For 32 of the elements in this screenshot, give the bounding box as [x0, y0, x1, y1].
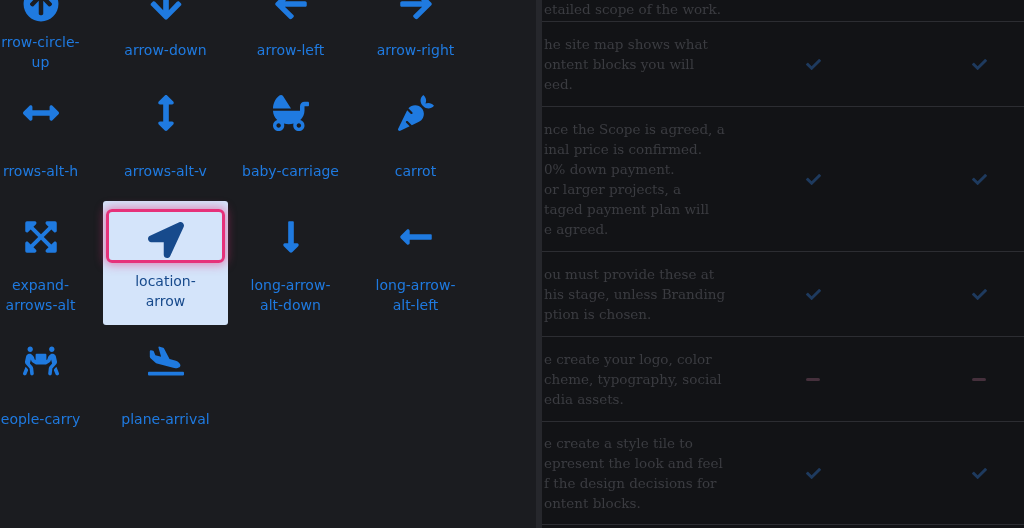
- icon-label: arrow-down: [124, 40, 207, 60]
- icon-label: carrot: [394, 162, 437, 181]
- icon-tile[interactable]: arrow-down: [103, 0, 228, 77]
- expand-arrows-icon: [22, 219, 59, 255]
- icon-tile[interactable]: location- arrow: [103, 201, 228, 325]
- icon-tile[interactable]: carrot: [353, 77, 478, 201]
- icon-tile[interactable]: baby-carriage: [228, 77, 353, 201]
- carrot-icon: [397, 95, 434, 131]
- location-arrow-icon: [147, 222, 184, 258]
- icon-tile[interactable]: arrows-alt-v: [103, 77, 228, 201]
- icon-tile[interactable]: rrow-circle- up: [0, 0, 103, 77]
- icon-label: rrow-circle- up: [1, 33, 80, 72]
- icon-label: eople-carry: [0, 410, 81, 429]
- icon-label: arrow-left: [256, 40, 325, 60]
- icon-label: long-arrow- alt-left: [375, 276, 456, 315]
- icon-label: location- arrow: [135, 272, 196, 311]
- icon-tile[interactable]: expand- arrows-alt: [0, 201, 103, 325]
- icon-tile[interactable]: long-arrow- alt-down: [228, 201, 353, 325]
- icon-tile[interactable]: eople-carry: [0, 325, 103, 449]
- icon-tile[interactable]: arrow-left: [228, 0, 353, 77]
- icon-label: arrow-right: [376, 40, 455, 60]
- icon-tile[interactable]: plane-arrival: [103, 325, 228, 449]
- icon-label: baby-carriage: [242, 162, 339, 181]
- icon-label: rrows-alt-h: [2, 162, 79, 181]
- icon-label: long-arrow- alt-down: [250, 276, 331, 315]
- icon-label: arrows-alt-v: [124, 162, 207, 181]
- baby-carriage-icon: [272, 95, 309, 131]
- icon-label: plane-arrival: [121, 410, 210, 429]
- icon-tile[interactable]: arrow-right: [353, 0, 478, 77]
- icon-label: expand- arrows-alt: [5, 276, 76, 315]
- icon-tile[interactable]: long-arrow- alt-left: [353, 201, 478, 325]
- icon-tile[interactable]: rrows-alt-h: [0, 77, 103, 201]
